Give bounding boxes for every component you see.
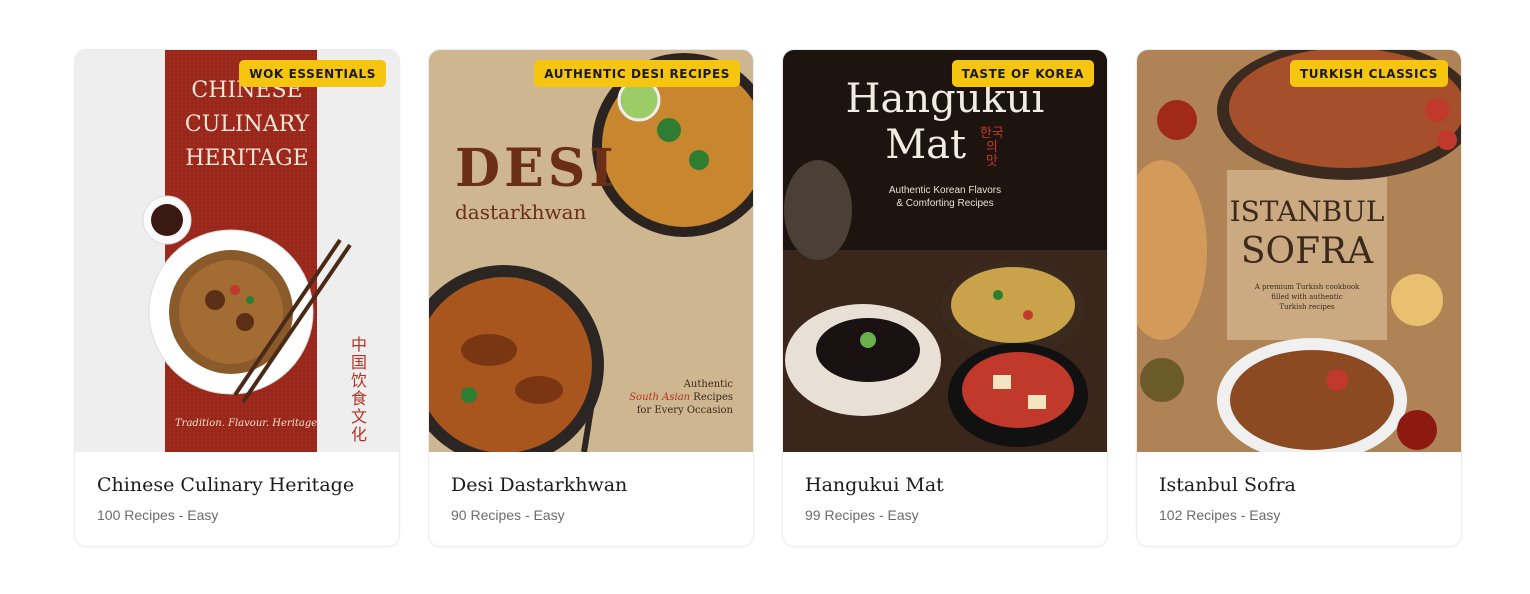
card-title[interactable]: Desi Dastarkhwan — [451, 472, 731, 498]
cover-image: Hangukui Mat 한국의 맛 Authentic Korean Flav… — [783, 50, 1107, 452]
difficulty: Easy — [187, 507, 219, 523]
card-meta: 90 Recipes - Easy — [451, 507, 731, 523]
recipe-count: 100 Recipes — [97, 507, 175, 523]
category-badge: AUTHENTIC DESI RECIPES — [534, 60, 740, 87]
difficulty: Easy — [533, 507, 565, 523]
category-badge: TASTE OF KOREA — [951, 60, 1094, 87]
difficulty: Easy — [1249, 507, 1281, 523]
meta-separator: - — [878, 507, 884, 523]
recipe-count: 90 Recipes — [451, 507, 522, 523]
card-title[interactable]: Chinese Culinary Heritage — [97, 472, 377, 498]
card-title[interactable]: Istanbul Sofra — [1159, 472, 1439, 498]
recipe-count: 99 Recipes — [805, 507, 876, 523]
meta-separator: - — [178, 507, 184, 523]
card-meta: 100 Recipes - Easy — [97, 507, 377, 523]
meta-separator: - — [1240, 507, 1246, 523]
card-meta: 99 Recipes - Easy — [805, 507, 1085, 523]
recipe-count: 102 Recipes — [1159, 507, 1237, 523]
card-title[interactable]: Hangukui Mat — [805, 472, 1085, 498]
cover-image: DESI dastarkhwan Authentic South Asian R… — [429, 50, 753, 452]
cookbook-card-korean[interactable]: Hangukui Mat 한국의 맛 Authentic Korean Flav… — [782, 49, 1108, 547]
cookbook-grid: CHINESE CULINARY HERITAGE Tradition. Fla… — [74, 49, 1462, 547]
cookbook-card-desi[interactable]: DESI dastarkhwan Authentic South Asian R… — [428, 49, 754, 547]
meta-separator: - — [524, 507, 530, 523]
cover-image: CHINESE CULINARY HERITAGE Tradition. Fla… — [75, 50, 399, 452]
category-badge: WOK ESSENTIALS — [239, 60, 386, 87]
card-meta: 102 Recipes - Easy — [1159, 507, 1439, 523]
cover-image: ISTANBUL SOFRA A premium Turkish cookboo… — [1137, 50, 1461, 452]
cookbook-card-turkish[interactable]: ISTANBUL SOFRA A premium Turkish cookboo… — [1136, 49, 1462, 547]
difficulty: Easy — [887, 507, 919, 523]
category-badge: TURKISH CLASSICS — [1289, 60, 1448, 87]
cookbook-card-chinese[interactable]: CHINESE CULINARY HERITAGE Tradition. Fla… — [74, 49, 400, 547]
